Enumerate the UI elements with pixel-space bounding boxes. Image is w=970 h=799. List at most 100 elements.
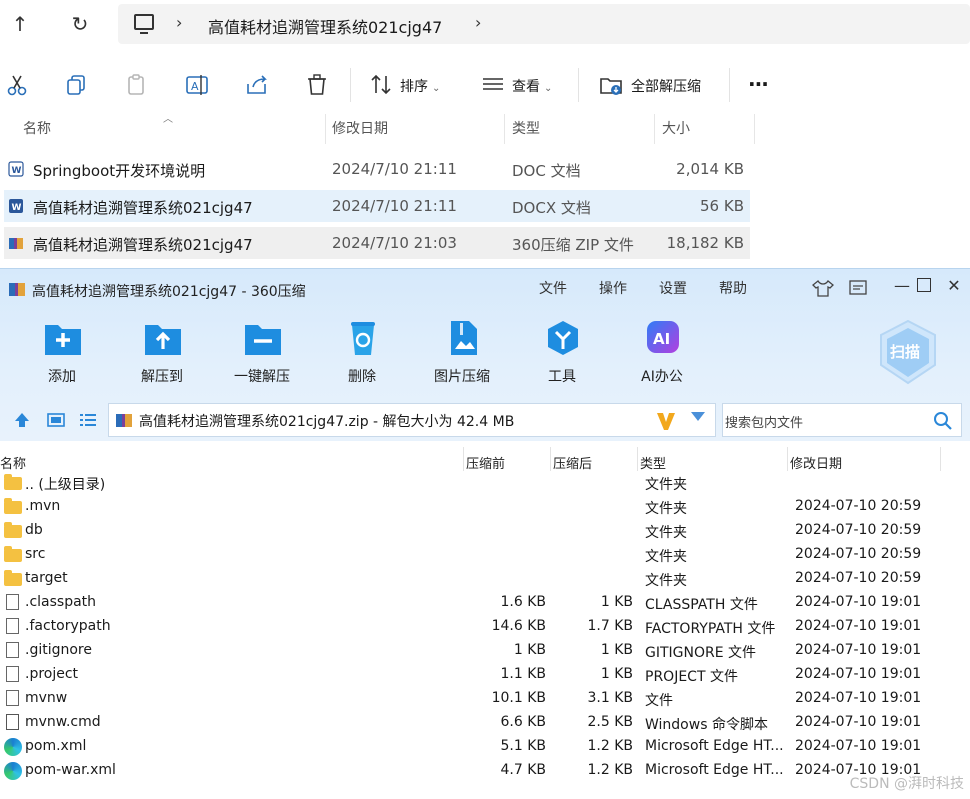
scan-button[interactable]: 扫描 <box>877 319 939 385</box>
archive-file-list: 名称 压缩前 压缩后 类型 修改日期 .. (上级目录) 文件夹 .mvn 文件夹 20… <box>0 447 970 799</box>
tool-delete-button[interactable]: 删除 <box>322 317 402 389</box>
column-name[interactable]: 名称 <box>23 114 51 144</box>
toolbar-divider <box>578 68 579 102</box>
col-before[interactable]: 压缩前 <box>466 453 505 472</box>
delete-icon[interactable] <box>304 72 330 98</box>
archive-entry-size-after: 1 KB <box>600 594 633 610</box>
minimize-icon[interactable]: — <box>891 276 913 295</box>
column-date[interactable]: 修改日期 <box>332 114 388 144</box>
archive-row[interactable]: .gitignore 1 KB 1 KB GITIGNORE 文件 2024-07-10… <box>0 639 970 663</box>
file-row[interactable]: W 高值耗材追溯管理系统021cjg47 2024/7/10 21:11 DOC… <box>4 190 750 222</box>
tool-ai-office-button[interactable]: AI AI办公 <box>622 317 702 389</box>
archive-row[interactable]: pom-war.xml 4.7 KB 1.2 KB Microsoft Edge HT… <box>0 759 970 783</box>
chevron-right-icon[interactable]: › <box>475 13 481 32</box>
dropdown-arrow-icon[interactable] <box>691 412 705 421</box>
archive-entry-name: mvnw.cmd <box>25 714 101 730</box>
archive-entry-date: 2024-07-10 19:01 <box>795 642 922 658</box>
search-input[interactable]: 搜索包内文件 <box>722 403 962 437</box>
archive-row[interactable]: db 文件夹 2024-07-10 20:59 <box>0 519 970 543</box>
toolbar-divider <box>729 68 730 102</box>
rename-icon[interactable]: A <box>184 72 210 98</box>
menu-help[interactable]: 帮助 <box>719 278 747 298</box>
archive-entry-size-after: 1 KB <box>600 642 633 658</box>
file-row[interactable]: W Springboot开发环境说明 2024/7/10 21:11 DOC 文… <box>4 153 750 185</box>
view-button[interactable]: 查看 ⌄ <box>512 76 552 96</box>
file-row[interactable]: 高值耗材追溯管理系统021cjg47 2024/7/10 21:03 360压缩… <box>4 227 750 259</box>
search-placeholder: 搜索包内文件 <box>725 416 804 431</box>
feedback-icon[interactable] <box>847 279 869 297</box>
archive-row[interactable]: .. (上级目录) 文件夹 <box>0 471 970 495</box>
archive-row[interactable]: .mvn 文件夹 2024-07-10 20:59 <box>0 495 970 519</box>
tool-tools-button[interactable]: 工具 <box>522 317 602 389</box>
up-arrow-icon[interactable]: ↑ <box>8 12 32 36</box>
extract-to-folder-icon <box>145 325 181 355</box>
view-icon[interactable] <box>480 72 506 98</box>
cut-icon[interactable] <box>4 72 30 98</box>
col-after[interactable]: 压缩后 <box>553 453 592 472</box>
tool-add-button[interactable]: 添加 <box>22 317 102 389</box>
scan-label: 扫描 <box>890 343 921 361</box>
sort-button[interactable]: 排序 ⌄ <box>400 76 440 96</box>
more-options-button[interactable]: ··· <box>748 72 769 96</box>
archive-entry-size-before: 14.6 KB <box>491 618 546 634</box>
column-type[interactable]: 类型 <box>512 114 540 144</box>
column-size[interactable]: 大小 <box>662 114 690 144</box>
skin-shirt-icon[interactable] <box>812 279 834 297</box>
chevron-right-icon[interactable]: › <box>176 13 182 32</box>
menu-file[interactable]: 文件 <box>539 278 567 298</box>
search-icon[interactable] <box>933 411 953 431</box>
svg-text:W: W <box>12 203 22 213</box>
menu-settings[interactable]: 设置 <box>659 278 687 298</box>
verified-v-icon[interactable] <box>655 410 677 432</box>
share-icon[interactable] <box>244 72 270 98</box>
col-date[interactable]: 修改日期 <box>790 453 842 472</box>
menu-operate[interactable]: 操作 <box>599 278 627 298</box>
tool-image-compress-button[interactable]: 图片压缩 <box>422 317 502 389</box>
folder-icon <box>4 570 22 586</box>
archive-entry-type: 文件夹 <box>645 573 687 589</box>
address-bar[interactable]: › 高值耗材追溯管理系统021cjg47 › <box>118 4 970 44</box>
archive-row[interactable]: src 文件夹 2024-07-10 20:59 <box>0 543 970 567</box>
column-divider <box>550 447 551 471</box>
copy-icon[interactable] <box>64 72 90 98</box>
thumbnail-view-icon[interactable] <box>46 411 66 429</box>
file-size: 18,182 KB <box>666 234 744 252</box>
archive-entry-size-before: 1.6 KB <box>500 594 547 610</box>
archive-row[interactable]: mvnw.cmd 6.6 KB 2.5 KB Windows 命令脚本 2024-07-… <box>0 711 970 735</box>
extract-folder-icon[interactable] <box>598 72 624 98</box>
archive-row[interactable]: pom.xml 5.1 KB 1.2 KB Microsoft Edge HT... 2… <box>0 735 970 759</box>
archive-row[interactable]: .factorypath 14.6 KB 1.7 KB FACTORYPATH 文件 2… <box>0 615 970 639</box>
column-divider <box>504 114 505 144</box>
archive-path-text: 高值耗材追溯管理系统021cjg47.zip - 解包大小为 42.4 MB <box>139 414 515 430</box>
address-row: ↑ ↻ › 高值耗材追溯管理系统021cjg47 › <box>0 0 970 50</box>
col-type[interactable]: 类型 <box>640 453 666 472</box>
close-icon[interactable]: ✕ <box>943 276 965 295</box>
watermark: CSDN @湃时科技 <box>849 776 964 792</box>
archive-row[interactable]: target 文件夹 2024-07-10 20:59 <box>0 567 970 591</box>
refresh-icon[interactable]: ↻ <box>68 12 92 36</box>
this-pc-icon[interactable] <box>134 14 154 34</box>
paste-icon[interactable] <box>124 72 150 98</box>
archive-entry-name: .project <box>25 666 79 682</box>
maximize-icon[interactable] <box>917 278 931 292</box>
archive-row[interactable]: .classpath 1.6 KB 1 KB CLASSPATH 文件 2024-07-… <box>0 591 970 615</box>
extract-all-button[interactable]: 全部解压缩 <box>631 76 701 96</box>
tool-extract-to-button[interactable]: 解压到 <box>122 317 202 389</box>
address-path[interactable]: 高值耗材追溯管理系统021cjg47 <box>208 14 442 38</box>
archive-entry-date: 2024-07-10 20:59 <box>795 570 922 586</box>
folder-icon <box>4 522 22 538</box>
archive-entry-size-before: 5.1 KB <box>500 738 547 754</box>
archive-path-bar[interactable]: 高值耗材追溯管理系统021cjg47.zip - 解包大小为 42.4 MB <box>108 403 716 437</box>
col-name[interactable]: 名称 <box>0 453 26 472</box>
sort-icon[interactable] <box>368 72 394 98</box>
list-view-icon[interactable] <box>78 411 98 429</box>
file-icon <box>6 618 19 634</box>
tool-delete-label: 删除 <box>348 369 376 385</box>
archive-entry-size-before: 4.7 KB <box>500 762 547 778</box>
archive-row[interactable]: mvnw 10.1 KB 3.1 KB 文件 2024-07-10 19:01 <box>0 687 970 711</box>
archive-row[interactable]: .project 1.1 KB 1 KB PROJECT 文件 2024-07-10 1… <box>0 663 970 687</box>
archive-entry-type: Microsoft Edge HT... <box>645 762 784 778</box>
up-level-icon[interactable] <box>12 411 32 429</box>
tool-one-click-extract-button[interactable]: 一键解压 <box>222 317 302 389</box>
file-size: 2,014 KB <box>676 160 744 178</box>
